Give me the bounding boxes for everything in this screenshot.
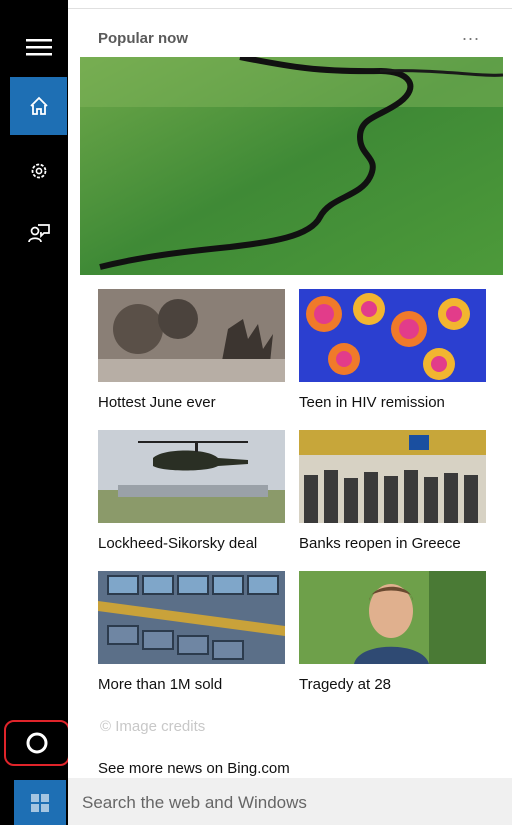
windows-logo-icon xyxy=(31,793,49,812)
news-tile[interactable]: Lockheed-Sikorsky deal xyxy=(98,430,285,552)
home-button[interactable] xyxy=(10,77,67,135)
feedback-button[interactable] xyxy=(10,205,67,263)
start-button[interactable] xyxy=(14,780,66,825)
river-landscape-image xyxy=(80,57,503,275)
rows-of-devices-image xyxy=(98,571,285,664)
news-tile[interactable]: More than 1M sold xyxy=(98,571,285,693)
settings-button[interactable] xyxy=(10,142,67,200)
cortana-circle-icon xyxy=(26,732,48,754)
news-tile-title: Banks reopen in Greece xyxy=(299,535,461,552)
news-tile[interactable]: Banks reopen in Greece xyxy=(299,430,486,552)
search-box[interactable]: Search the web and Windows xyxy=(68,778,512,825)
news-tile-title: Tragedy at 28 xyxy=(299,676,391,693)
more-options-button[interactable]: ... xyxy=(462,24,480,45)
news-tile[interactable]: Hottest June ever xyxy=(98,289,285,411)
top-divider xyxy=(68,8,512,9)
left-rail xyxy=(0,0,70,825)
news-tile-title: More than 1M sold xyxy=(98,676,223,693)
gear-icon xyxy=(31,163,46,179)
bank-crowd-image xyxy=(299,430,486,523)
portrait-image xyxy=(299,571,486,664)
search-placeholder: Search the web and Windows xyxy=(82,793,307,812)
cortana-button[interactable] xyxy=(4,720,70,766)
menu-button[interactable] xyxy=(10,18,67,76)
section-title: Popular now xyxy=(98,30,188,47)
news-tile-title: Lockheed-Sikorsky deal xyxy=(98,535,258,552)
news-tile-title: Teen in HIV remission xyxy=(299,394,445,411)
image-credits-link[interactable]: © Image credits xyxy=(100,718,205,735)
hero-image[interactable] xyxy=(80,57,503,275)
news-tile[interactable]: Teen in HIV remission xyxy=(299,289,486,411)
see-more-news-link[interactable]: See more news on Bing.com xyxy=(98,760,290,777)
home-icon xyxy=(29,96,48,115)
feedback-icon xyxy=(27,224,50,243)
hands-on-glass-image xyxy=(98,289,285,382)
news-tile[interactable]: Tragedy at 28 xyxy=(299,571,486,693)
news-tile-title: Hottest June ever xyxy=(98,394,216,411)
menu-icon xyxy=(25,39,52,56)
virus-cells-image xyxy=(299,289,486,382)
helicopter-image xyxy=(98,430,285,523)
